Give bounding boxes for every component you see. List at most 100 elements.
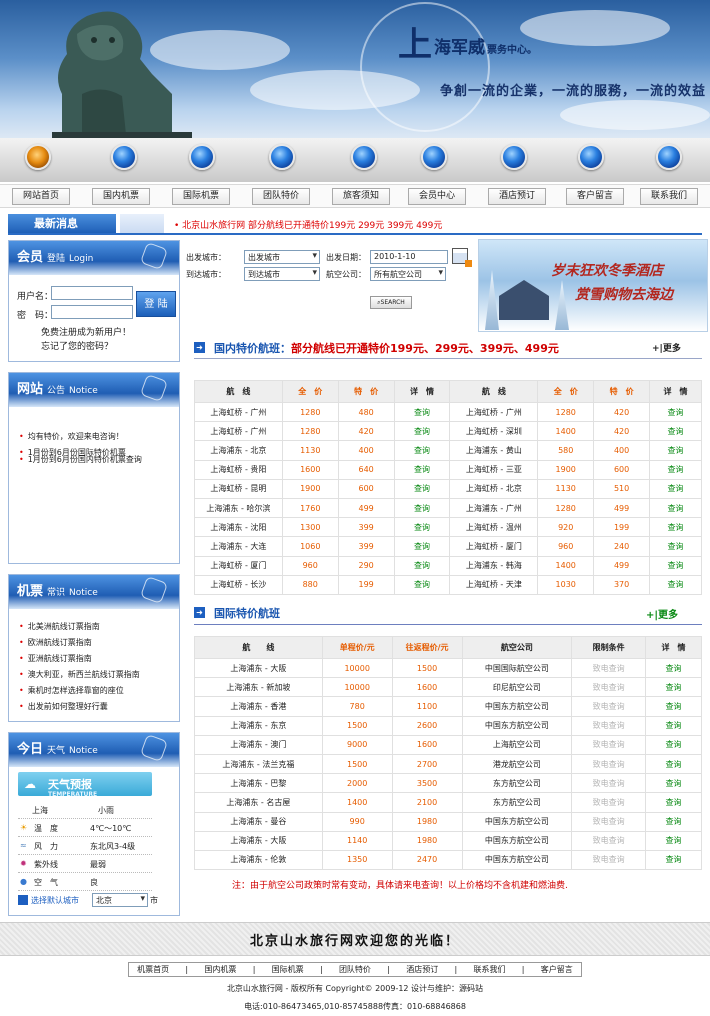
query-link[interactable]: 查询: [649, 478, 702, 499]
footer-nav-item[interactable]: 酒店预订: [406, 964, 438, 975]
restriction-cell: 致电查询: [571, 677, 647, 698]
nav-orb-icon[interactable]: [351, 144, 377, 170]
knowledge-item[interactable]: 北美洲航线订票指南: [19, 621, 100, 632]
table-row: 上海浦东 - 伦敦 1350 2470 中国东方航空公司 致电查询 查询: [194, 849, 702, 871]
footer-nav-item[interactable]: 国际机票: [272, 964, 304, 975]
register-link[interactable]: 免费注册成为新用户！: [41, 325, 131, 338]
query-link[interactable]: 查询: [649, 517, 702, 538]
nav-orb-icon[interactable]: [421, 144, 447, 170]
query-link[interactable]: 查询: [649, 401, 702, 423]
footer-nav-item[interactable]: 国内机票: [204, 964, 236, 975]
route-cell: 上海浦东 - 广州: [449, 497, 539, 519]
query-link[interactable]: 查询: [645, 830, 702, 851]
footer-nav: 机票首页 | 国内机票 | 国际机票 | 团队特价 | 酒店预订 | 联系我们 | 客户留言: [128, 962, 582, 977]
table-row: 上海浦东 - 新加坡 10000 1600 印尼航空公司 致电查询 查询: [194, 677, 702, 698]
nav-orb-icon[interactable]: [656, 144, 682, 170]
dropdown-arrow-icon[interactable]: [465, 260, 472, 267]
knowledge-item[interactable]: 出发前如何整理好行囊: [19, 701, 108, 712]
login-button[interactable]: 登 陆: [136, 291, 176, 317]
forgot-password-link[interactable]: 忘记了您的密码？: [41, 339, 113, 352]
query-link[interactable]: 查询: [649, 574, 702, 595]
notice-item[interactable]: 1月份到6月份国内特价机票查询: [19, 454, 142, 465]
knowledge-title-2: 常识: [47, 588, 66, 598]
query-link[interactable]: 查询: [393, 440, 451, 461]
nav-orb-icon[interactable]: [501, 144, 527, 170]
col-airline: 航空公司: [461, 636, 573, 659]
table-row: 上海浦东 - 香港 780 1100 中国东方航空公司 致电查询 查询: [194, 696, 702, 717]
query-link[interactable]: 查询: [645, 792, 702, 813]
footer-nav-item[interactable]: 客户留言: [541, 964, 573, 975]
query-link[interactable]: 查询: [645, 773, 702, 794]
query-link[interactable]: 查询: [649, 497, 702, 519]
search-button[interactable]: ⌕SEARCH: [370, 296, 412, 309]
knowledge-item[interactable]: 乘机时怎样选择靠窗的座位: [19, 685, 124, 696]
nav-orb-icon[interactable]: [269, 144, 295, 170]
query-link[interactable]: 查询: [645, 715, 702, 736]
full-price-cell: 1130: [537, 478, 595, 499]
full-price-cell: 960: [281, 555, 339, 576]
query-link[interactable]: 查询: [645, 811, 702, 832]
international-more-link[interactable]: +|更多: [646, 606, 678, 621]
airline-cell: 港龙航空公司: [461, 753, 573, 775]
query-link[interactable]: 查询: [645, 753, 702, 775]
menu-contact[interactable]: 联系我们: [640, 188, 698, 205]
from-city-select[interactable]: 出发城市: [244, 250, 320, 264]
menu-home[interactable]: 网站首页: [12, 188, 70, 205]
username-input[interactable]: [51, 286, 133, 300]
restriction-cell: 致电查询: [571, 657, 647, 679]
footer-nav-item[interactable]: 团队特价: [339, 964, 371, 975]
query-link[interactable]: 查询: [393, 421, 451, 442]
knowledge-item[interactable]: 欧洲航线订票指南: [19, 637, 92, 648]
menu-group[interactable]: 团队特价: [252, 188, 310, 205]
query-link[interactable]: 查询: [393, 401, 451, 423]
nav-orb-icon[interactable]: [111, 144, 137, 170]
query-link[interactable]: 查询: [393, 536, 451, 557]
query-link[interactable]: 查询: [645, 696, 702, 717]
query-link[interactable]: 查询: [393, 478, 451, 499]
city-select[interactable]: 北京: [92, 893, 148, 907]
query-link[interactable]: 查询: [393, 517, 451, 538]
full-price-cell: 960: [537, 536, 595, 557]
query-link[interactable]: 查询: [393, 459, 451, 480]
airline-select[interactable]: 所有航空公司: [370, 267, 446, 281]
domestic-more-link[interactable]: +|更多: [652, 341, 681, 354]
query-link[interactable]: 查询: [645, 734, 702, 755]
footer-nav-item[interactable]: 机票首页: [137, 964, 169, 975]
query-link[interactable]: 查询: [645, 657, 702, 679]
knowledge-item[interactable]: 亚洲航线订票指南: [19, 653, 92, 664]
menu-notice[interactable]: 旅客须知: [332, 188, 390, 205]
main-menu: 网站首页 国内机票 国际机票 团队特价 旅客须知 会员中心 酒店预订 客户留言 …: [0, 184, 710, 208]
home-orb-icon[interactable]: [25, 144, 51, 170]
password-input[interactable]: [51, 305, 133, 319]
hotel-ad-banner[interactable]: 岁末狂欢冬季酒店 赏雪购物去海边: [478, 239, 708, 332]
news-ticker[interactable]: • 北京山水旅行网 部分航线已开通特价199元 299元 399元 499元: [174, 218, 442, 231]
menu-message[interactable]: 客户留言: [566, 188, 624, 205]
query-link[interactable]: 查询: [393, 555, 451, 576]
query-link[interactable]: 查询: [649, 555, 702, 576]
date-input[interactable]: 2010-1-10: [370, 250, 448, 264]
arrow-icon: [18, 895, 28, 905]
menu-domestic[interactable]: 国内机票: [92, 188, 150, 205]
menu-member[interactable]: 会员中心: [408, 188, 466, 205]
route-cell: 上海浦东 - 大阪: [194, 830, 323, 851]
nav-orb-icon[interactable]: [189, 144, 215, 170]
nav-orb-icon[interactable]: [578, 144, 604, 170]
query-link[interactable]: 查询: [649, 536, 702, 557]
weather-title-2: 天气: [47, 746, 66, 756]
query-link[interactable]: 查询: [393, 497, 451, 519]
query-link[interactable]: 查询: [649, 421, 702, 442]
knowledge-item[interactable]: 澳大利亚，新西兰航线订票指南: [19, 669, 140, 680]
route-cell: 上海虹桥 - 深圳: [449, 421, 539, 442]
notice-item[interactable]: 均有特价，欢迎来电咨询！: [19, 431, 124, 442]
weather-value: 最弱: [90, 860, 106, 869]
menu-hotel[interactable]: 酒店预订: [488, 188, 546, 205]
query-link[interactable]: 查询: [649, 440, 702, 461]
footer-nav-item[interactable]: 联系我们: [473, 964, 505, 975]
to-city-select[interactable]: 到达城市: [244, 267, 320, 281]
query-link[interactable]: 查询: [393, 574, 451, 595]
query-link[interactable]: 查询: [645, 677, 702, 698]
query-link[interactable]: 查询: [645, 849, 702, 871]
menu-international[interactable]: 国际机票: [172, 188, 230, 205]
table-header-row: 航 线 全 价 特 价 详 情 航 线 全 价 特 价 详 情: [194, 380, 702, 403]
query-link[interactable]: 查询: [649, 459, 702, 480]
